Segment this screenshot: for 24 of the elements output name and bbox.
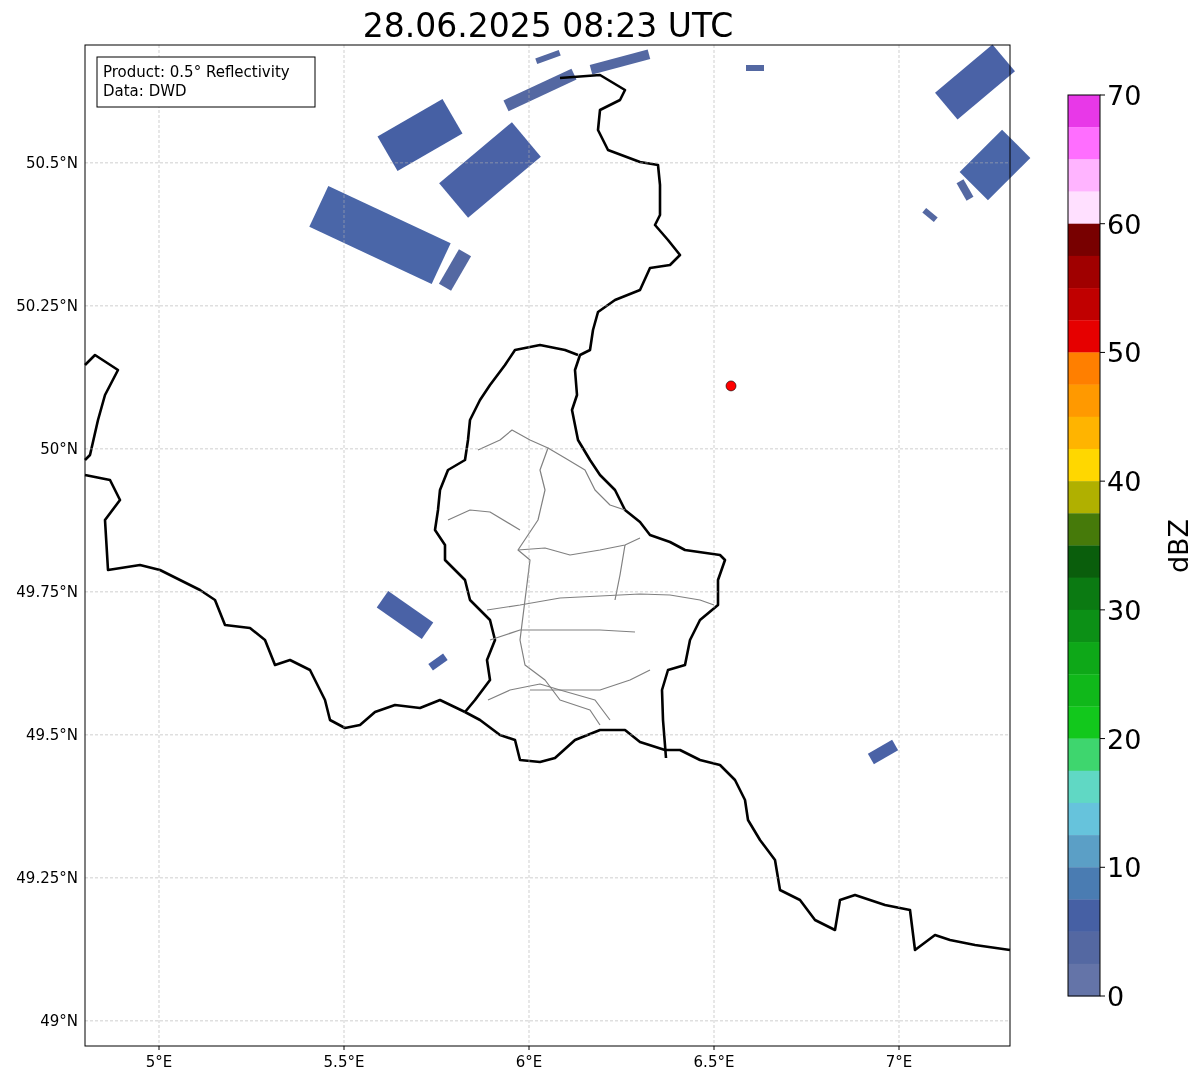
colorbar-tick-label: 50 (1107, 337, 1142, 369)
colorbar-tick-label: 10 (1107, 852, 1142, 884)
colorbar-tick-label: 70 (1107, 80, 1142, 111)
chart-title: 28.06.2025 08:23 UTC (362, 6, 734, 45)
x-tick-label: 5.5°E (323, 1053, 365, 1071)
info-text: Product: 0.5° Reflectivity (103, 63, 290, 81)
colorbar-tick-label: 40 (1107, 466, 1142, 498)
colorbar-tick-label: 0 (1107, 981, 1125, 1012)
x-tick-label: 7°E (885, 1053, 913, 1071)
colorbar-tick-label: 60 (1107, 208, 1142, 240)
y-tick-label: 50.5°N (25, 153, 78, 172)
y-tick-label: 50.25°N (16, 296, 78, 315)
info-text: Data: DWD (103, 82, 187, 100)
y-tick-label: 49.25°N (16, 868, 78, 887)
y-tick-label: 49.5°N (25, 725, 78, 744)
x-tick-label: 6.5°E (693, 1053, 735, 1071)
colorbar-label: dBZ (1163, 518, 1194, 574)
colorbar-tick-label: 30 (1107, 594, 1142, 626)
y-tick-label: 50°N (40, 439, 78, 458)
y-tick-label: 49°N (40, 1011, 78, 1030)
x-tick-label: 6°E (515, 1053, 543, 1071)
x-tick-label: 5°E (145, 1053, 173, 1071)
y-tick-label: 49.75°N (16, 582, 78, 601)
colorbar-tick-label: 20 (1107, 723, 1142, 755)
